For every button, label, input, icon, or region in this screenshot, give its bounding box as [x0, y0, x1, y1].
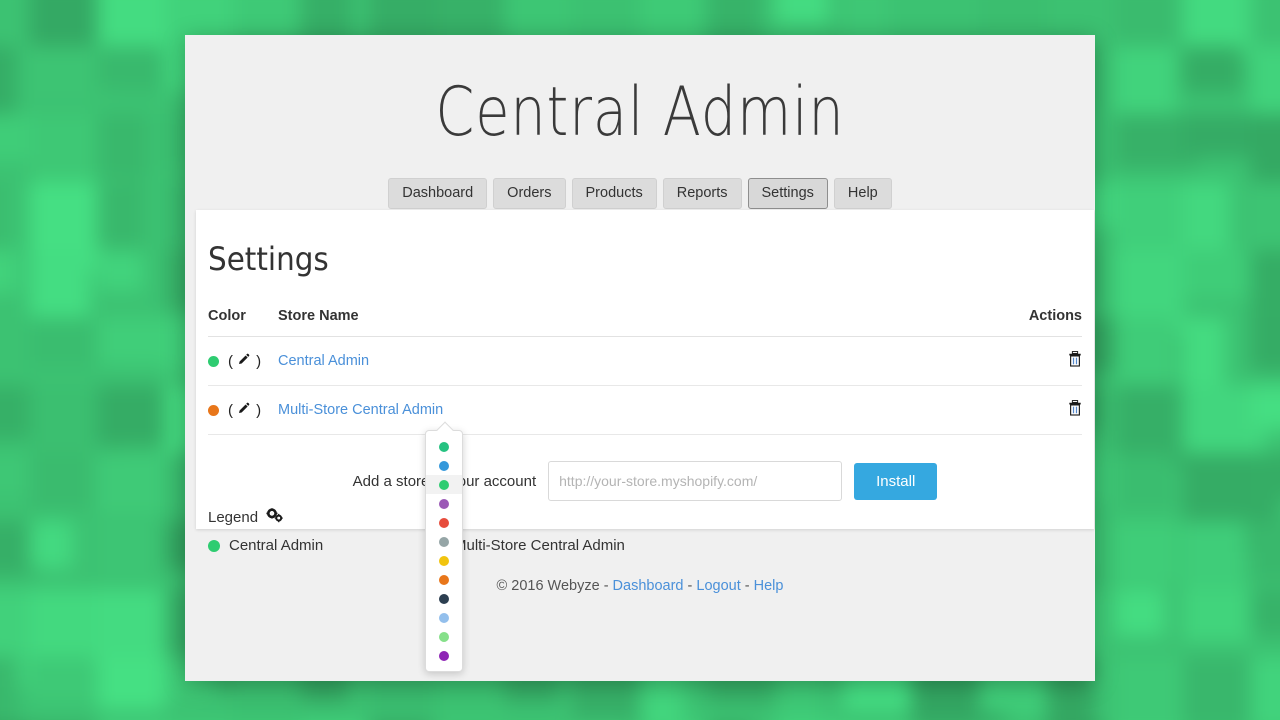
footer-separator-1: - [683, 578, 696, 594]
color-swatch-option[interactable] [426, 475, 462, 494]
color-swatch [439, 594, 449, 604]
color-picker-popover[interactable] [425, 430, 463, 672]
row-color-cell: ( ) [208, 386, 278, 435]
legend-items: Central Admin Multi-Store Central Admin [208, 537, 1082, 554]
color-swatch [439, 632, 449, 642]
row-store-name-cell: Central Admin [278, 337, 1002, 386]
legend-color-dot [208, 540, 220, 552]
color-swatch-option[interactable] [426, 627, 462, 646]
nav-button-settings[interactable]: Settings [748, 178, 828, 209]
app-window: Central Admin Dashboard Orders Products … [185, 35, 1095, 681]
color-swatch [439, 556, 449, 566]
trash-icon[interactable] [1068, 351, 1082, 371]
store-link[interactable]: Multi-Store Central Admin [278, 402, 443, 418]
legend-section: Legend [196, 490, 1094, 554]
column-header-color: Color [208, 308, 278, 337]
table-row: ( ) Central Admin [208, 337, 1082, 386]
color-swatch [439, 537, 449, 547]
paren-close: ) [256, 353, 261, 370]
footer-link-logout[interactable]: Logout [696, 578, 740, 594]
color-swatch-option[interactable] [426, 456, 462, 475]
color-swatch [439, 499, 449, 509]
color-swatch [439, 461, 449, 471]
nav-button-reports[interactable]: Reports [663, 178, 742, 209]
nav-button-dashboard[interactable]: Dashboard [388, 178, 487, 209]
section-title: Settings [208, 240, 1012, 278]
color-swatch-option[interactable] [426, 589, 462, 608]
footer: © 2016 Webyze - Dashboard - Logout - Hel… [185, 578, 1095, 594]
color-swatch [439, 518, 449, 528]
color-swatch-option[interactable] [426, 513, 462, 532]
store-color-dot[interactable] [208, 405, 219, 416]
pencil-icon[interactable] [237, 353, 250, 370]
trash-icon[interactable] [1068, 400, 1082, 420]
color-swatch [439, 613, 449, 623]
main-navigation: Dashboard Orders Products Reports Settin… [185, 178, 1095, 209]
stores-table: Color Store Name Actions ( ) [208, 308, 1082, 435]
color-swatch-option[interactable] [426, 570, 462, 589]
table-row: ( ) Multi-Store Central Admin [208, 386, 1082, 435]
nav-button-help[interactable]: Help [834, 178, 892, 209]
row-actions-cell [1002, 386, 1082, 435]
color-swatch [439, 480, 449, 490]
color-swatch [439, 651, 449, 661]
column-header-actions: Actions [1002, 308, 1082, 337]
color-swatch-option[interactable] [426, 608, 462, 627]
settings-card: Settings Color Store Name Actions ( [196, 210, 1094, 529]
row-store-name-cell: Multi-Store Central Admin [278, 386, 1002, 435]
footer-copyright: © 2016 Webyze - [497, 578, 613, 594]
color-swatch-option[interactable] [426, 494, 462, 513]
cogs-icon[interactable] [266, 508, 283, 527]
legend-item-label: Multi-Store Central Admin [454, 537, 625, 554]
page-title: Central Admin [267, 35, 1013, 152]
footer-separator-2: - [741, 578, 754, 594]
legend-item-label: Central Admin [229, 537, 323, 554]
row-color-cell: ( ) [208, 337, 278, 386]
color-swatch-option[interactable] [426, 532, 462, 551]
legend-title-row: Legend [208, 508, 1082, 527]
color-swatch [439, 442, 449, 452]
pencil-icon[interactable] [237, 402, 250, 419]
color-swatch-option[interactable] [426, 551, 462, 570]
footer-link-dashboard[interactable]: Dashboard [613, 578, 684, 594]
nav-button-products[interactable]: Products [572, 178, 657, 209]
row-actions-cell [1002, 337, 1082, 386]
legend-title-label: Legend [208, 509, 258, 526]
store-link[interactable]: Central Admin [278, 353, 369, 369]
table-header-row: Color Store Name Actions [208, 308, 1082, 337]
nav-button-orders[interactable]: Orders [493, 178, 565, 209]
legend-item: Central Admin [208, 537, 433, 554]
store-color-dot[interactable] [208, 356, 219, 367]
paren-open: ( [228, 353, 233, 370]
paren-close: ) [256, 402, 261, 419]
footer-link-help[interactable]: Help [754, 578, 784, 594]
column-header-store-name: Store Name [278, 308, 1002, 337]
legend-item: Multi-Store Central Admin [433, 537, 658, 554]
color-swatch [439, 575, 449, 585]
color-swatch-option[interactable] [426, 437, 462, 456]
paren-open: ( [228, 402, 233, 419]
color-swatch-option[interactable] [426, 646, 462, 665]
